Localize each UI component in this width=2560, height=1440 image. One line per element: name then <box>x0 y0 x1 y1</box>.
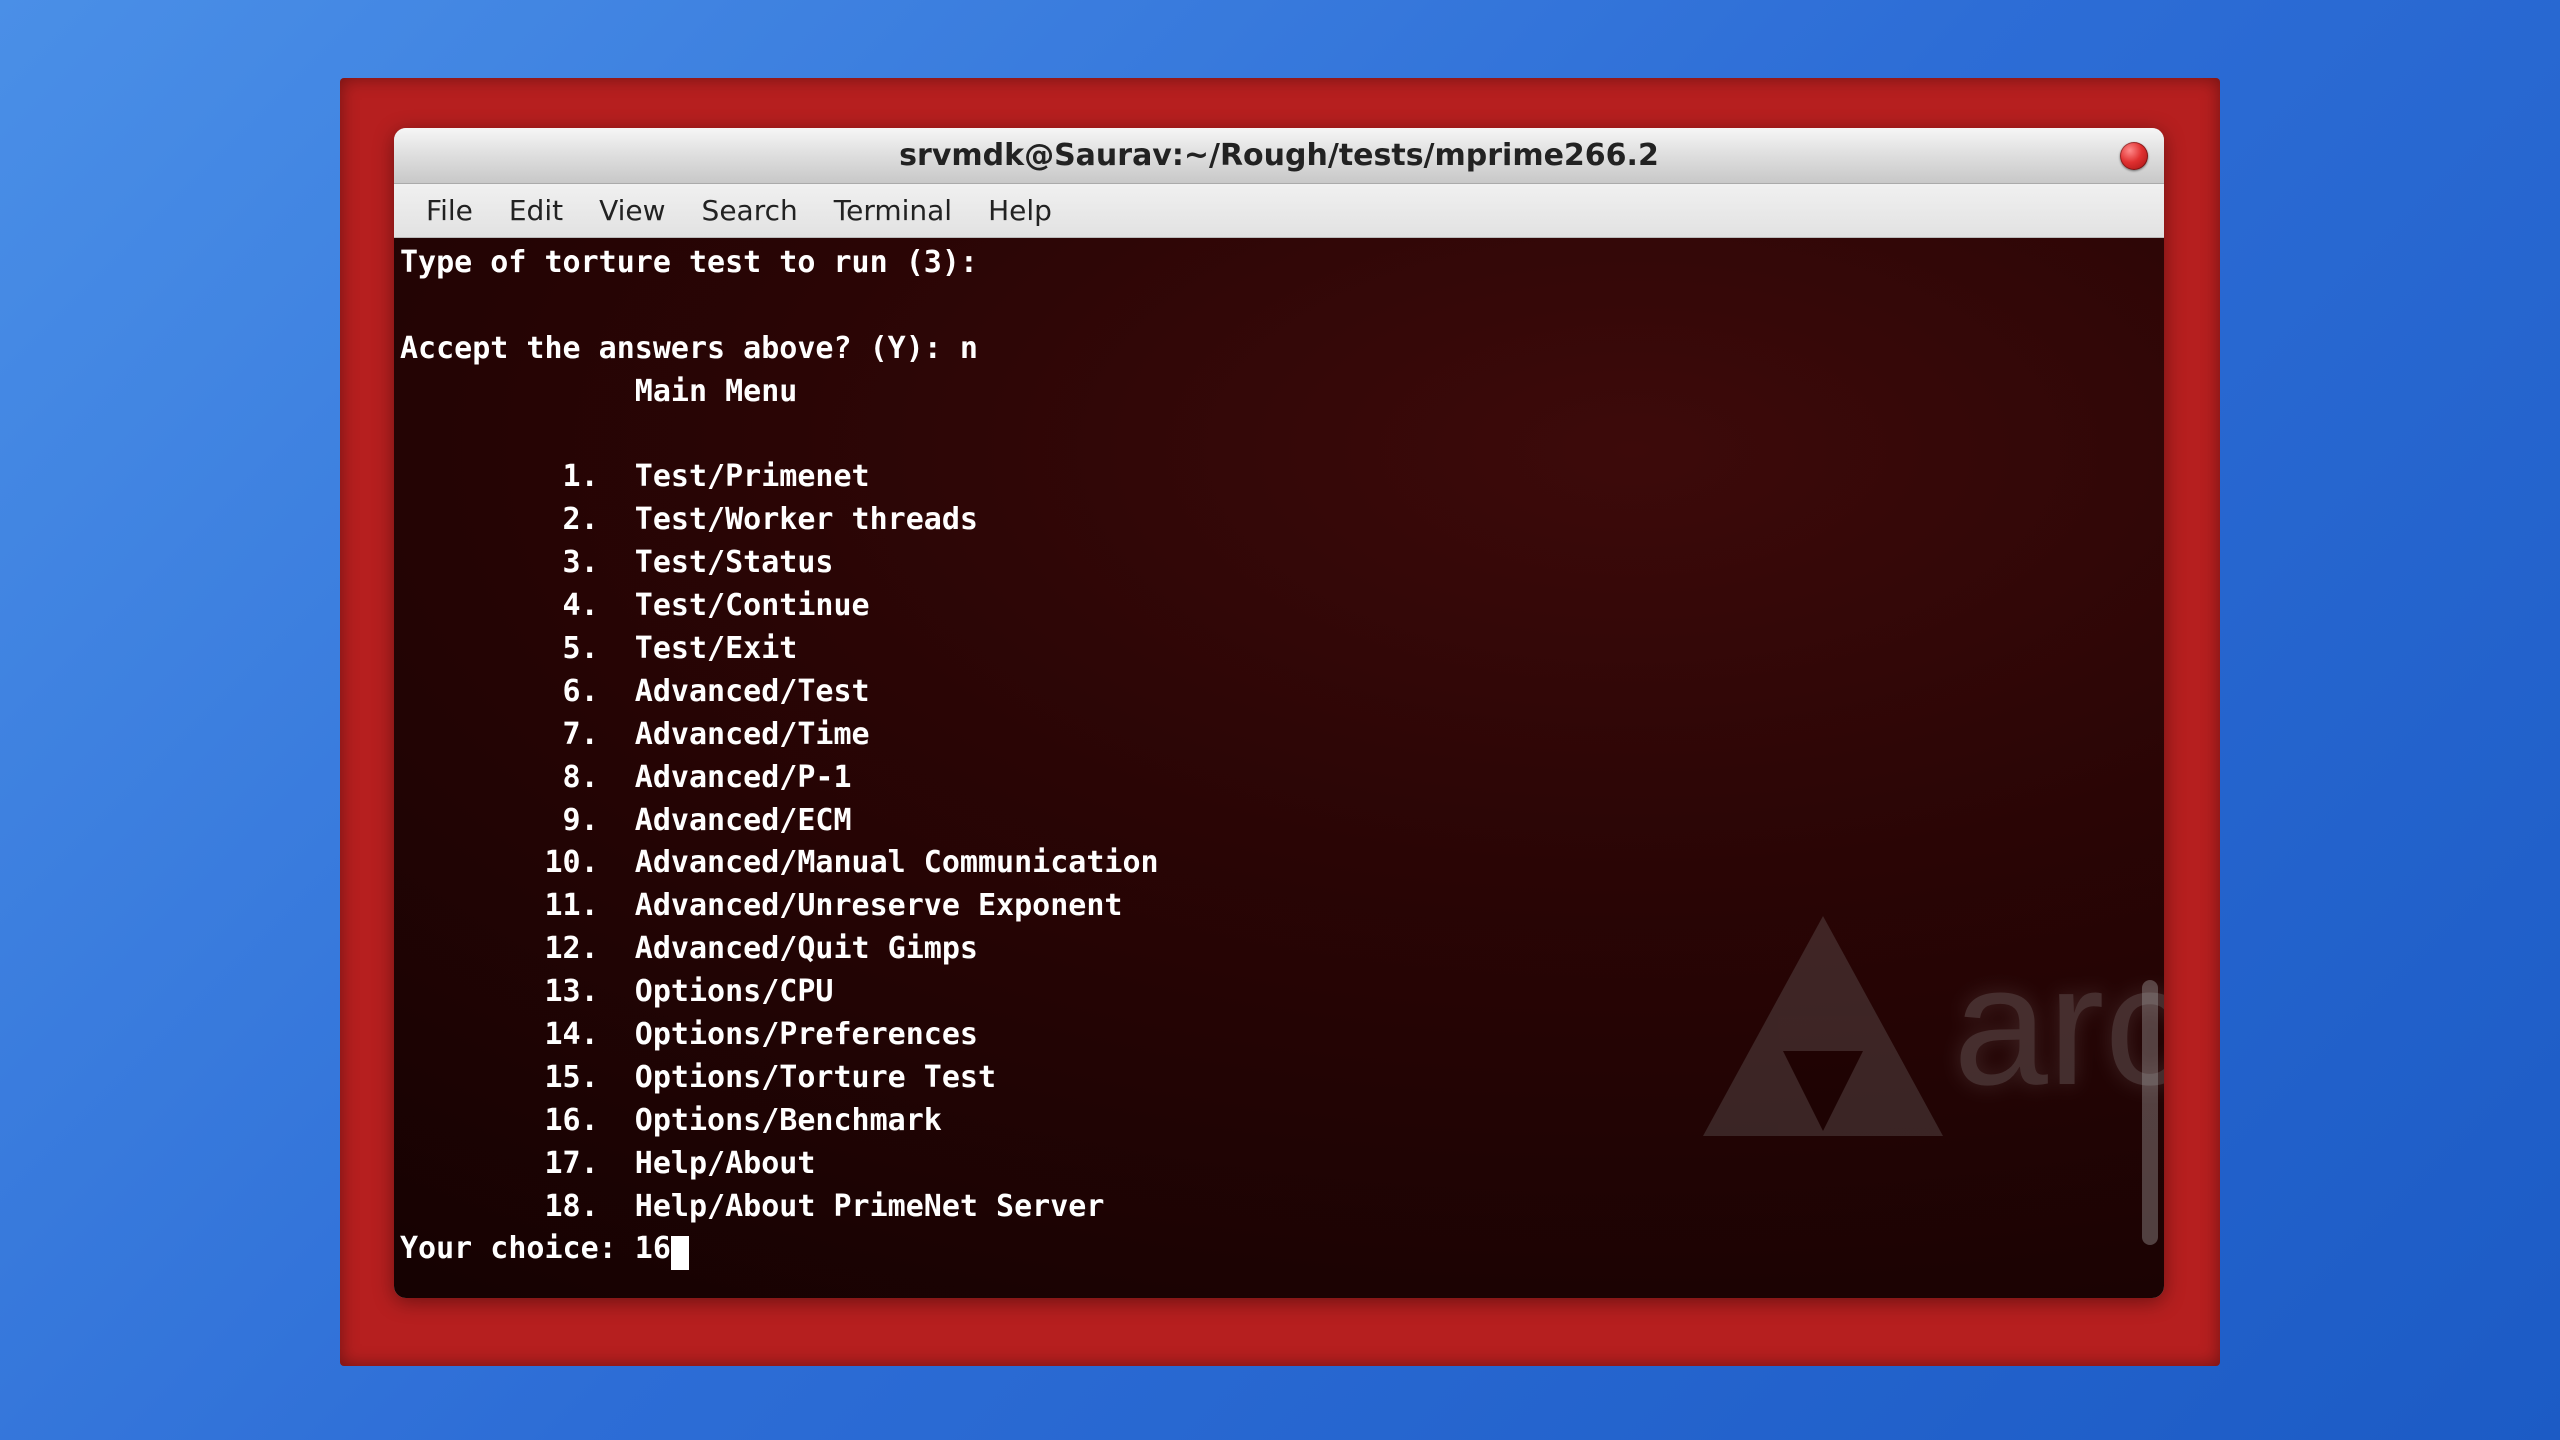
menu-terminal[interactable]: Terminal <box>816 188 970 233</box>
desktop-red-frame: srvmdk@Saurav:~/Rough/tests/mprime266.2 … <box>340 78 2220 1366</box>
close-icon[interactable] <box>2120 142 2148 170</box>
terminal-output: Type of torture test to run (3): Accept … <box>400 242 2158 1271</box>
terminal-area[interactable]: arch Type of torture test to run (3): Ac… <box>394 238 2164 1298</box>
cursor-icon <box>671 1236 689 1270</box>
menu-file[interactable]: File <box>408 188 491 233</box>
terminal-window: srvmdk@Saurav:~/Rough/tests/mprime266.2 … <box>394 128 2164 1298</box>
scrollbar[interactable] <box>2142 980 2158 1245</box>
menubar: FileEditViewSearchTerminalHelp <box>394 184 2164 238</box>
menu-search[interactable]: Search <box>684 188 816 233</box>
menu-edit[interactable]: Edit <box>491 188 581 233</box>
menu-view[interactable]: View <box>581 188 683 233</box>
window-titlebar[interactable]: srvmdk@Saurav:~/Rough/tests/mprime266.2 <box>394 128 2164 184</box>
window-title: srvmdk@Saurav:~/Rough/tests/mprime266.2 <box>899 138 1659 173</box>
prompt-line[interactable]: Your choice: 16 <box>400 1231 671 1266</box>
menu-help[interactable]: Help <box>970 188 1070 233</box>
